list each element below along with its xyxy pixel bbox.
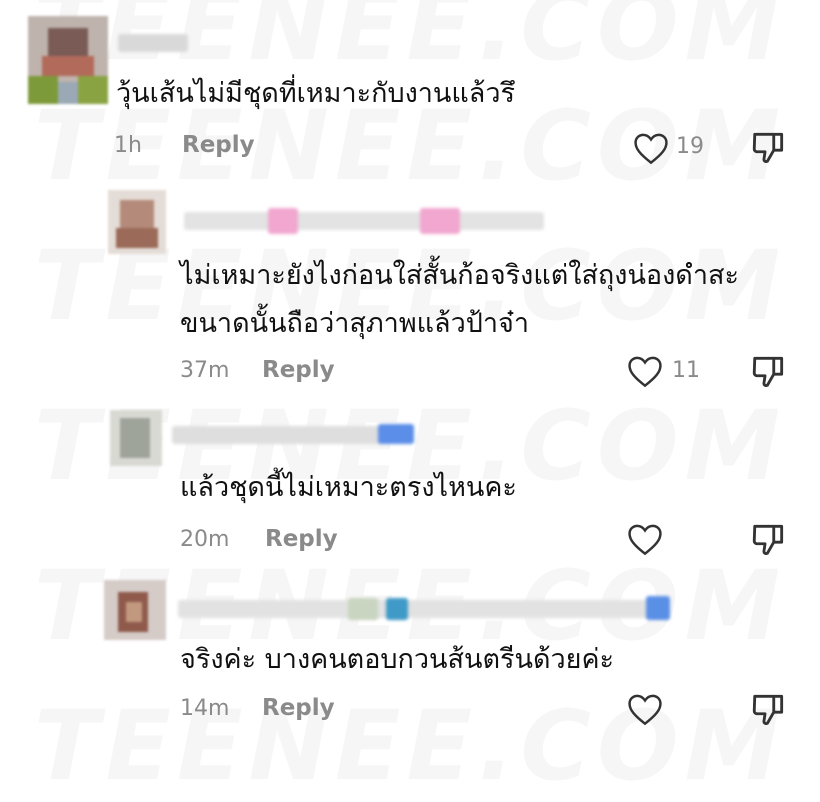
heart-outline-icon[interactable] [626, 522, 664, 556]
avatar[interactable] [104, 580, 166, 640]
username-blurred [420, 208, 460, 234]
username-blurred[interactable] [178, 600, 668, 618]
avatar[interactable] [108, 190, 166, 254]
comment-time: 37m [180, 358, 230, 383]
comment: วุ้นเส้นไม่มีชุดที่เหมาะกับงานแล้วรึ 1h … [0, 0, 820, 170]
heart-outline-icon[interactable] [626, 692, 664, 726]
thumbs-down-icon[interactable] [750, 520, 788, 558]
comment-text: จริงค่ะ บางคนตอบกวนส้นตรีนด้วยค่ะ [180, 644, 615, 675]
thumbs-down-icon[interactable] [750, 690, 788, 728]
reply-button[interactable]: Reply [262, 695, 335, 721]
reply-comment: แล้วชุดนี้ไม่เหมาะตรงไหนคะ 20m Reply [0, 400, 820, 570]
like-count: 19 [676, 134, 704, 159]
comment-text: ไม่เหมาะยังไงก่อนใส่สั้นก้อจริงแต่ใส่ถุง… [180, 260, 739, 339]
comment-time: 20m [180, 527, 230, 552]
username-blurred [348, 598, 378, 620]
comment-time: 14m [180, 696, 230, 721]
username-blurred[interactable] [118, 34, 188, 52]
heart-outline-icon[interactable] [626, 354, 664, 388]
avatar[interactable] [110, 410, 162, 466]
username-blurred [386, 598, 408, 620]
like-count: 11 [672, 358, 700, 383]
reply-button[interactable]: Reply [262, 357, 335, 383]
username-blurred[interactable] [184, 212, 544, 230]
thumbs-down-icon[interactable] [750, 128, 788, 166]
username-blurred [646, 596, 670, 620]
avatar[interactable] [28, 16, 108, 104]
heart-outline-icon[interactable] [632, 131, 670, 165]
reply-comment: ไม่เหมาะยังไงก่อนใส่สั้นก้อจริงแต่ใส่ถุง… [0, 170, 820, 400]
reply-button[interactable]: Reply [265, 526, 338, 552]
reply-button[interactable]: Reply [182, 132, 255, 158]
comment-text: วุ้นเส้นไม่มีชุดที่เหมาะกับงานแล้วรึ [116, 78, 516, 109]
comment-text: แล้วชุดนี้ไม่เหมาะตรงไหนคะ [180, 472, 517, 503]
thumbs-down-icon[interactable] [750, 352, 788, 390]
username-blurred [268, 208, 298, 234]
username-blurred [378, 424, 414, 444]
comment-time: 1h [114, 133, 142, 158]
reply-comment: จริงค่ะ บางคนตอบกวนส้นตรีนด้วยค่ะ 14m Re… [0, 570, 820, 746]
username-blurred[interactable] [172, 426, 382, 444]
